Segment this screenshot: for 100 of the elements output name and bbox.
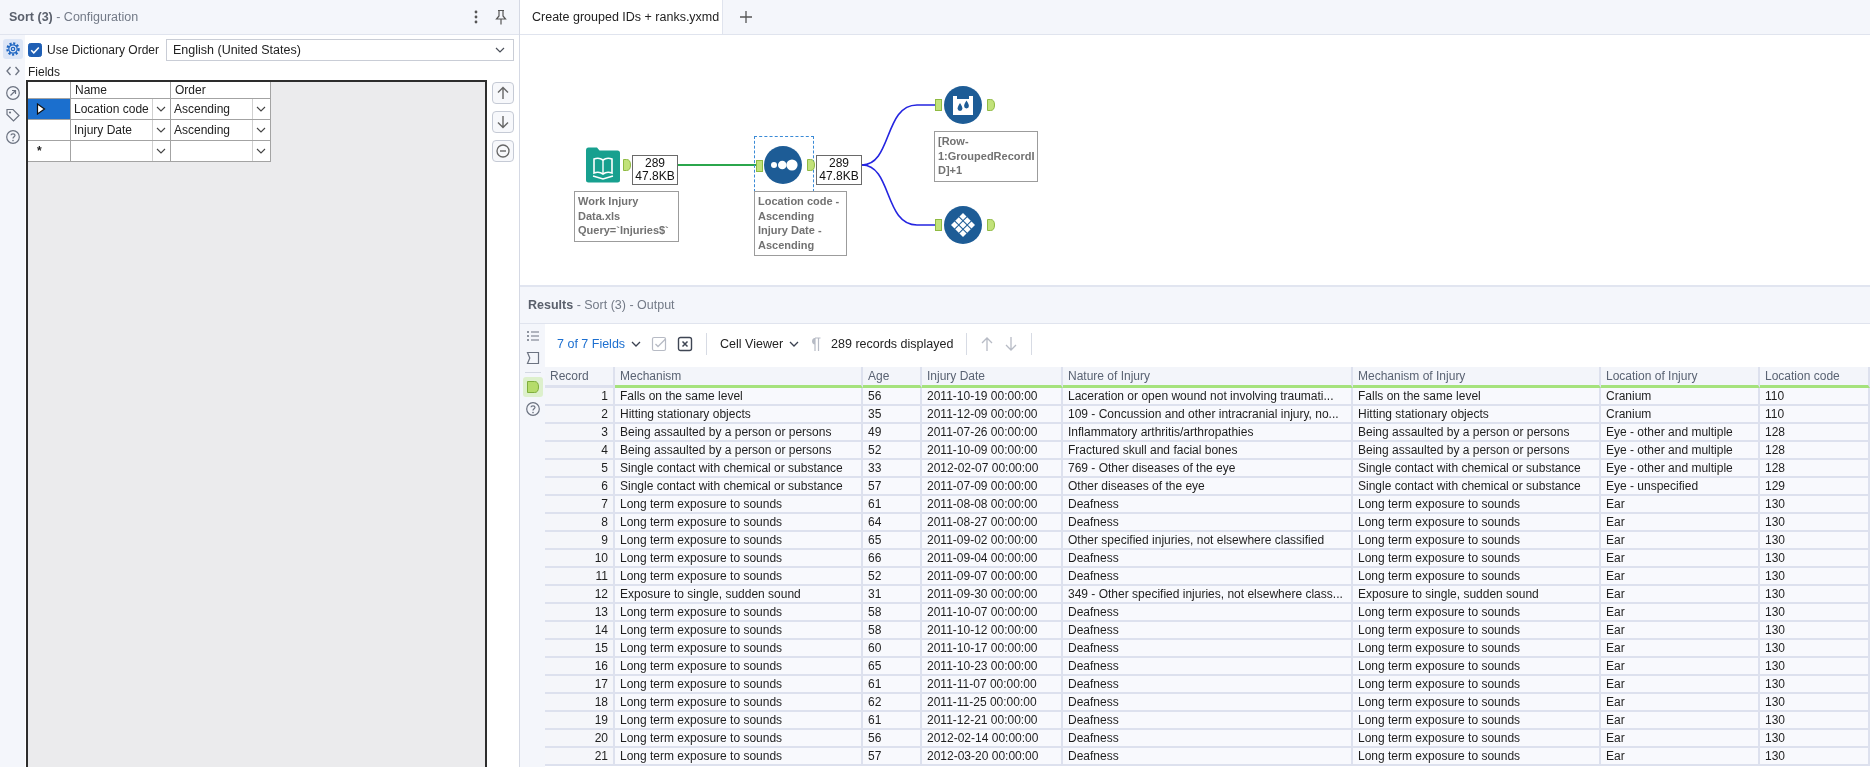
- table-cell: Long term exposure to sounds: [1353, 730, 1601, 748]
- table-cell: Fractured skull and facial bones: [1063, 442, 1353, 460]
- dots-tool-icon[interactable]: [764, 146, 802, 184]
- arrow-up-icon: [496, 86, 510, 100]
- move-up-button[interactable]: [492, 82, 514, 104]
- document-tab[interactable]: Create grouped IDs + ranks.yxmd: [520, 0, 723, 34]
- table-cell: 52: [863, 568, 922, 586]
- table-cell: Deafness: [1063, 658, 1353, 676]
- table-cell: 31: [863, 586, 922, 604]
- record-number: 15: [545, 640, 615, 658]
- table-cell: 130: [1760, 748, 1870, 766]
- table-cell: Ear: [1601, 550, 1760, 568]
- sort-order-dropdown[interactable]: [171, 141, 271, 162]
- record-number: 4: [545, 442, 615, 460]
- table-cell: 2011-07-09 00:00:00: [922, 478, 1063, 496]
- column-header[interactable]: Nature of Injury: [1063, 367, 1353, 388]
- field-name-dropdown[interactable]: [71, 141, 171, 162]
- column-header: Name: [71, 82, 171, 99]
- table-cell: 130: [1760, 712, 1870, 730]
- table-cell: 56: [863, 388, 922, 406]
- record-number: 19: [545, 712, 615, 730]
- remove-button[interactable]: [492, 140, 514, 162]
- droplet-tool-icon[interactable]: [944, 86, 982, 124]
- table-cell: 61: [863, 676, 922, 694]
- table-cell: Deafness: [1063, 496, 1353, 514]
- table-cell: Deafness: [1063, 622, 1353, 640]
- table-cell: Long term exposure to sounds: [615, 730, 863, 748]
- table-cell: 128: [1760, 424, 1870, 442]
- table-cell: 62: [863, 694, 922, 712]
- anchor-icon[interactable]: [987, 219, 995, 231]
- table-cell: Single contact with chemical or substance: [615, 460, 863, 478]
- gear-icon[interactable]: [2, 39, 23, 59]
- record-number: 14: [545, 622, 615, 640]
- cell-viewer-dropdown[interactable]: Cell Viewer: [720, 335, 800, 353]
- anchor-icon[interactable]: [807, 159, 815, 171]
- field-name-dropdown[interactable]: Location code: [71, 99, 171, 120]
- table-cell: Falls on the same level: [1353, 388, 1601, 406]
- book-tool-icon[interactable]: [585, 147, 621, 183]
- panel-title: Results - Sort (3) - Output: [528, 298, 675, 312]
- fields-label: Fields: [28, 64, 60, 80]
- anchor-icon[interactable]: [623, 159, 631, 171]
- plus-icon[interactable]: [739, 10, 753, 24]
- record-number: 20: [545, 730, 615, 748]
- table-cell: Long term exposure to sounds: [615, 604, 863, 622]
- table-cell: Long term exposure to sounds: [615, 658, 863, 676]
- row-header[interactable]: [28, 99, 71, 120]
- table-cell: 35: [863, 406, 922, 424]
- table-cell: Ear: [1601, 568, 1760, 586]
- pin-icon[interactable]: [493, 9, 509, 25]
- table-cell: Long term exposure to sounds: [1353, 676, 1601, 694]
- table-cell: 130: [1760, 640, 1870, 658]
- table-cell: Single contact with chemical or substance: [615, 478, 863, 496]
- diamond-grid-tool-icon[interactable]: [944, 206, 982, 244]
- table-cell: 61: [863, 712, 922, 730]
- records-displayed-label: 289 records displayed: [831, 337, 954, 351]
- table-cell: Long term exposure to sounds: [615, 568, 863, 586]
- record-number: 9: [545, 532, 615, 550]
- table-cell: Eye - other and multiple: [1601, 460, 1760, 478]
- column-header[interactable]: Record: [545, 367, 615, 388]
- anchor-icon[interactable]: [987, 99, 995, 111]
- table-cell: 2011-10-23 00:00:00: [922, 658, 1063, 676]
- column-header[interactable]: Age: [863, 367, 922, 388]
- record-number: 7: [545, 496, 615, 514]
- table-cell: 2012-03-20 00:00:00: [922, 748, 1063, 766]
- checkbox[interactable]: [28, 42, 42, 57]
- table-cell: Eye - unspecified: [1601, 478, 1760, 496]
- column-header[interactable]: Injury Date: [922, 367, 1063, 388]
- table-cell: 128: [1760, 442, 1870, 460]
- connection-line[interactable]: [861, 164, 936, 226]
- table-cell: Long term exposure to sounds: [1353, 748, 1601, 766]
- sort-order-dropdown[interactable]: Ascending: [171, 120, 271, 141]
- table-cell: 128: [1760, 460, 1870, 478]
- table-cell: Ear: [1601, 658, 1760, 676]
- caret-icon: [789, 341, 800, 347]
- sort-order-dropdown[interactable]: Ascending: [171, 99, 271, 120]
- column-header[interactable]: Mechanism: [615, 367, 863, 388]
- column-header[interactable]: Location of Injury: [1601, 367, 1760, 388]
- arrow-down-icon: [496, 115, 510, 129]
- table-cell: 130: [1760, 694, 1870, 712]
- table-cell: 130: [1760, 532, 1870, 550]
- table-cell: Long term exposure to sounds: [615, 532, 863, 550]
- tool-annotation: Location code - Ascending Injury Date - Ascending: [754, 191, 847, 256]
- row-header[interactable]: *: [28, 141, 71, 162]
- column-header[interactable]: Mechanism of Injury: [1353, 367, 1601, 388]
- column-header[interactable]: Location code: [1760, 367, 1870, 388]
- record-number: 2: [545, 406, 615, 424]
- fields-dropdown[interactable]: 7 of 7 Fields: [557, 335, 642, 353]
- x-square-icon[interactable]: [677, 336, 694, 352]
- table-cell: Long term exposure to sounds: [615, 676, 863, 694]
- table-cell: 2011-12-09 00:00:00: [922, 406, 1063, 424]
- tool-annotation: Work Injury Data.xls Query=`Injuries$`: [574, 191, 679, 242]
- table-cell: 2011-09-07 00:00:00: [922, 568, 1063, 586]
- table-cell: Other diseases of the eye: [1063, 478, 1353, 496]
- table-cell: 52: [863, 442, 922, 460]
- tag-icon[interactable]: [522, 377, 543, 397]
- record-number: 8: [545, 514, 615, 532]
- field-name-dropdown[interactable]: Injury Date: [71, 120, 171, 141]
- language-dropdown[interactable]: English (United States): [166, 38, 514, 61]
- move-down-button[interactable]: [492, 111, 514, 133]
- corner-cell: [28, 82, 71, 99]
